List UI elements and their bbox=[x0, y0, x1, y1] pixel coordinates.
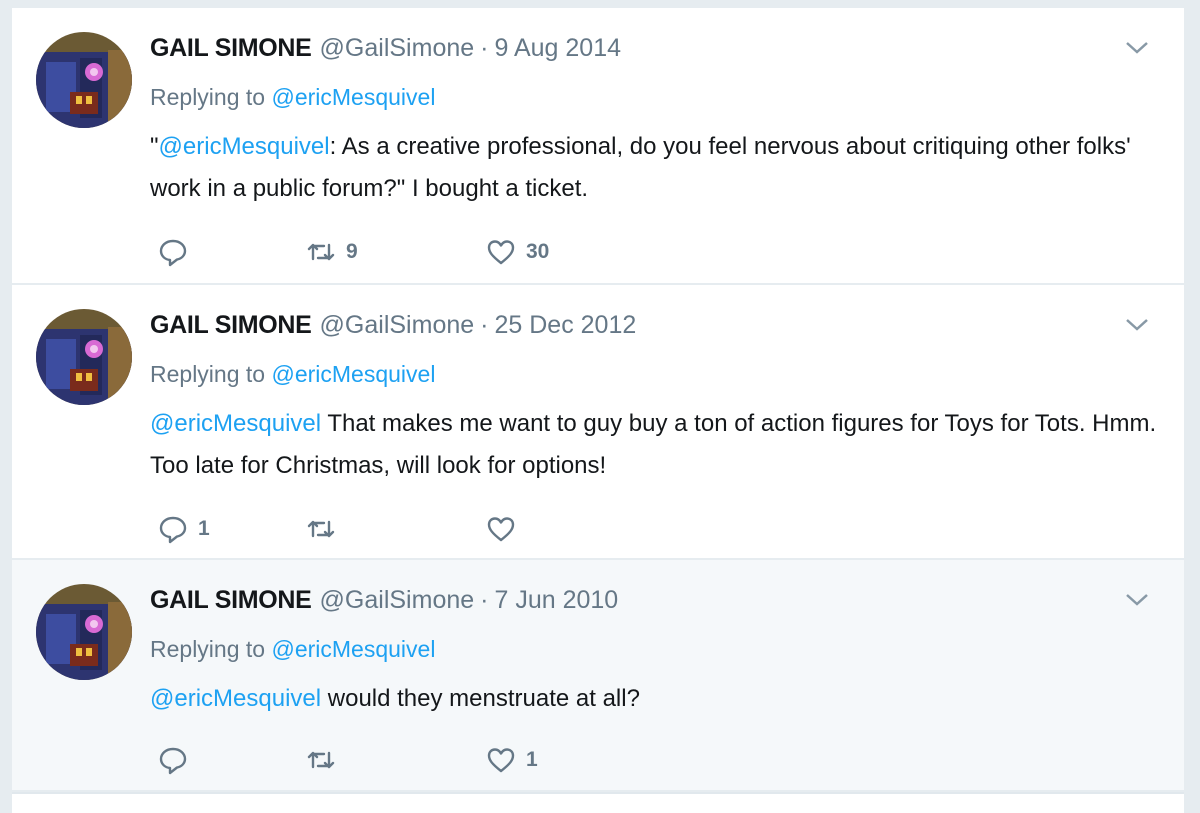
retweet-count: 9 bbox=[346, 240, 358, 263]
replying-to: Replying to @ericMesquivel bbox=[150, 84, 435, 111]
tweet-header: GAIL SIMONE @GailSimone · 7 Jun 2010 bbox=[150, 586, 618, 618]
reply-count: 1 bbox=[198, 517, 210, 540]
avatar[interactable] bbox=[36, 584, 132, 680]
tweet-actions: 1 bbox=[158, 742, 658, 778]
replying-to-link[interactable]: @ericMesquivel bbox=[271, 361, 435, 387]
display-name[interactable]: GAIL SIMONE bbox=[150, 311, 312, 340]
reply-icon bbox=[159, 747, 187, 775]
mention-link[interactable]: @ericMesquivel bbox=[150, 410, 321, 437]
reply-icon bbox=[159, 516, 187, 544]
reply-icon bbox=[159, 239, 187, 267]
retweet-button[interactable]: 9 bbox=[306, 234, 358, 270]
chevron-down-icon[interactable] bbox=[1124, 590, 1150, 610]
chevron-down-icon[interactable] bbox=[1124, 38, 1150, 58]
tweet-text: @ericMesquivel would they menstruate at … bbox=[150, 678, 1160, 720]
tweet-header: GAIL SIMONE @GailSimone · 25 Dec 2012 bbox=[150, 311, 636, 343]
separator-dot: · bbox=[480, 34, 489, 62]
retweet-icon bbox=[307, 520, 335, 538]
tweet-date[interactable]: 25 Dec 2012 bbox=[494, 311, 636, 340]
heart-icon bbox=[487, 517, 515, 542]
like-button[interactable] bbox=[486, 511, 526, 547]
tweet[interactable]: GAIL SIMONE @GailSimone · 7 Jun 2010 Rep… bbox=[12, 560, 1184, 792]
tweet-date[interactable]: 9 Aug 2014 bbox=[494, 34, 621, 63]
like-button[interactable]: 30 bbox=[486, 234, 549, 270]
tweet[interactable]: GAIL SIMONE @GailSimone · 9 Aug 2014 Rep… bbox=[12, 8, 1184, 285]
separator-dot: · bbox=[480, 586, 489, 614]
avatar[interactable] bbox=[36, 32, 132, 128]
tweet-header: GAIL SIMONE @GailSimone · 9 Aug 2014 bbox=[150, 34, 621, 66]
mention-link[interactable]: @ericMesquivel bbox=[159, 133, 330, 160]
retweet-icon bbox=[307, 243, 335, 261]
replying-prefix: Replying to bbox=[150, 361, 266, 387]
text-content: would they menstruate at all? bbox=[321, 685, 640, 712]
replying-to: Replying to @ericMesquivel bbox=[150, 361, 435, 388]
replying-to-link[interactable]: @ericMesquivel bbox=[271, 636, 435, 662]
retweet-button[interactable] bbox=[306, 742, 346, 778]
tweet-actions: 9 30 bbox=[158, 234, 658, 270]
retweet-button[interactable] bbox=[306, 511, 346, 547]
tweet-date[interactable]: 7 Jun 2010 bbox=[494, 586, 618, 615]
heart-icon bbox=[487, 748, 515, 773]
display-name[interactable]: GAIL SIMONE bbox=[150, 586, 312, 615]
next-tweet-edge bbox=[12, 792, 1184, 813]
text-prefix: " bbox=[150, 133, 159, 160]
reply-button[interactable] bbox=[158, 742, 198, 778]
display-name[interactable]: GAIL SIMONE bbox=[150, 34, 312, 63]
tweet[interactable]: GAIL SIMONE @GailSimone · 25 Dec 2012 Re… bbox=[12, 285, 1184, 560]
reply-button[interactable] bbox=[158, 234, 198, 270]
tweet-actions: 1 bbox=[158, 511, 658, 547]
replying-prefix: Replying to bbox=[150, 636, 266, 662]
mention-link[interactable]: @ericMesquivel bbox=[150, 685, 321, 712]
like-count: 30 bbox=[526, 240, 550, 263]
separator-dot: · bbox=[480, 311, 489, 339]
user-handle[interactable]: @GailSimone bbox=[320, 311, 475, 340]
replying-prefix: Replying to bbox=[150, 84, 266, 110]
like-count: 1 bbox=[526, 748, 538, 771]
like-button[interactable]: 1 bbox=[486, 742, 538, 778]
tweet-text: @ericMesquivel That makes me want to guy… bbox=[150, 403, 1160, 487]
avatar[interactable] bbox=[36, 309, 132, 405]
user-handle[interactable]: @GailSimone bbox=[320, 586, 475, 615]
replying-to: Replying to @ericMesquivel bbox=[150, 636, 435, 663]
reply-button[interactable]: 1 bbox=[158, 511, 210, 547]
replying-to-link[interactable]: @ericMesquivel bbox=[271, 84, 435, 110]
tweet-text: "@ericMesquivel: As a creative professio… bbox=[150, 126, 1160, 210]
timeline: GAIL SIMONE @GailSimone · 9 Aug 2014 Rep… bbox=[12, 8, 1184, 813]
retweet-icon bbox=[307, 751, 335, 769]
chevron-down-icon[interactable] bbox=[1124, 315, 1150, 335]
user-handle[interactable]: @GailSimone bbox=[320, 34, 475, 63]
heart-icon bbox=[487, 240, 515, 265]
